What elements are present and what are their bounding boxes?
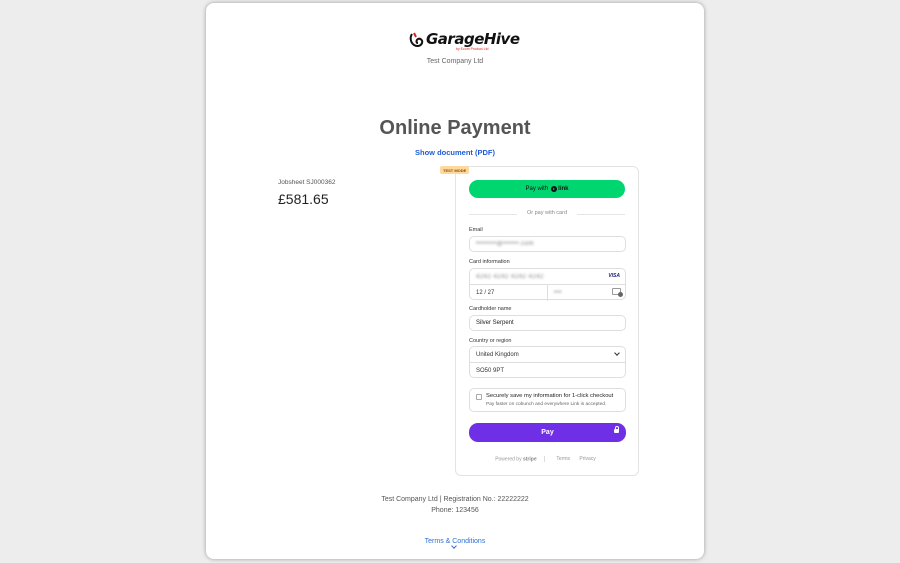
card-information-group: 4242 4242 4242 4242 VISA 12 / 27 ••• (469, 268, 626, 301)
email-value: ••••••••@••••••.com (476, 241, 535, 247)
save-info-subtitle: Pay faster on cobunch and everywhere Lin… (486, 402, 607, 407)
card-information-label: Card information (469, 259, 510, 265)
postcode-value: SO50 9PT (476, 368, 505, 374)
brand-name: GarageHive (426, 30, 520, 48)
stripe-logo: stripe (522, 456, 537, 463)
card-expiry-value: 12 / 27 (476, 290, 495, 296)
footer-divider (544, 456, 545, 462)
chevron-down-icon (614, 350, 620, 356)
cvc-card-icon (612, 288, 623, 297)
link-play-icon (551, 186, 558, 192)
powered-by-stripe: Powered by stripe Terms Privacy (469, 456, 626, 462)
garagehive-logo-icon (409, 32, 424, 48)
pay-with-link-button[interactable]: Pay with link (469, 180, 625, 198)
save-info-title: Securely save my information for 1-click… (486, 393, 614, 399)
brand-tagline: by Ecom Product Ltd (456, 47, 489, 51)
company-registration: Test Company Ltd | Registration No.: 222… (381, 496, 529, 503)
email-field[interactable]: ••••••••@••••••.com (469, 236, 626, 252)
cardholder-name-label: Cardholder name (469, 306, 512, 312)
company-phone: Phone: 123456 (431, 507, 479, 514)
show-document-link[interactable]: Show document (PDF) (206, 148, 704, 157)
pay-button-label: Pay (541, 429, 554, 436)
test-mode-badge: TEST MODE (440, 166, 470, 174)
payment-page-card: GarageHive by Ecom Product Ltd Test Comp… (206, 3, 704, 559)
visa-icon: VISA (608, 273, 620, 279)
card-number-value: 4242 4242 4242 4242 (476, 273, 544, 280)
garagehive-logo: GarageHive by Ecom Product Ltd (408, 30, 520, 54)
pay-button[interactable]: Pay (469, 423, 626, 442)
amount-due: £581.65 (278, 191, 329, 207)
link-brand-label: link (558, 186, 569, 192)
jobsheet-number: Jobsheet SJ000362 (278, 179, 336, 186)
country-select[interactable]: United Kingdom (470, 347, 625, 363)
card-cvc-field[interactable]: ••• (548, 285, 626, 301)
card-expiry-field[interactable]: 12 / 27 (470, 285, 548, 301)
country-region-label: Country or region (469, 338, 512, 344)
cardholder-name-value: Silver Serpent (476, 320, 514, 326)
powered-by-label: Powered by (495, 456, 522, 463)
postcode-field[interactable]: SO50 9PT (470, 363, 625, 379)
company-name: Test Company Ltd (426, 58, 484, 65)
country-value: United Kingdom (476, 351, 519, 358)
email-label: Email (469, 227, 483, 233)
card-cvc-value: ••• (554, 290, 562, 296)
page-title: Online Payment (379, 117, 531, 139)
card-number-field[interactable]: 4242 4242 4242 4242 VISA (470, 269, 625, 285)
stripe-terms-link[interactable]: Terms (556, 456, 570, 462)
pay-with-link-prefix: Pay with (525, 186, 549, 192)
cardholder-name-field[interactable]: Silver Serpent (469, 315, 626, 331)
lock-icon (614, 426, 619, 433)
save-info-checkbox[interactable] (476, 394, 482, 400)
stripe-privacy-link[interactable]: Privacy (579, 456, 595, 462)
or-pay-with-card-divider: Or pay with card (469, 210, 625, 218)
save-info-option[interactable]: Securely save my information for 1-click… (469, 388, 626, 412)
country-address-group: United Kingdom SO50 9PT (469, 346, 626, 378)
